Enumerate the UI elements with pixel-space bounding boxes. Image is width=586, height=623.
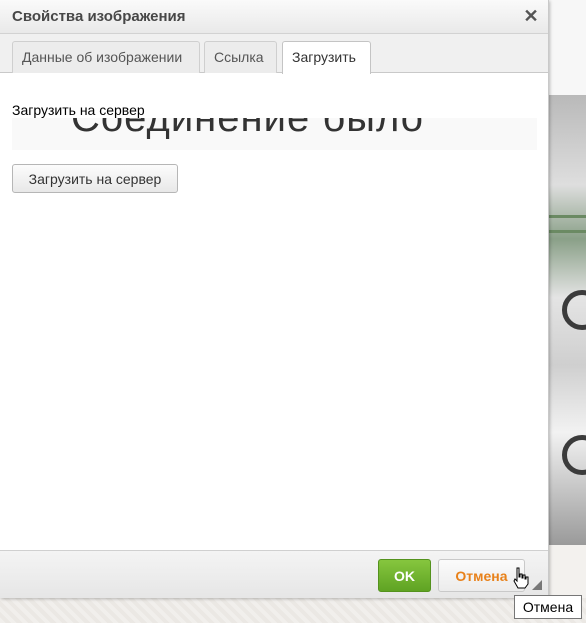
ok-button[interactable]: OK [378, 559, 431, 592]
close-icon[interactable]: ✕ [521, 6, 541, 26]
frame-error-message: Соединение было [71, 118, 425, 140]
hand-cursor-icon [513, 567, 529, 589]
dialog-title: Свойства изображения [12, 8, 186, 25]
upload-frame: Соединение было [12, 118, 537, 150]
image-properties-dialog: Свойства изображения ✕ Данные об изображ… [0, 0, 549, 598]
background-page-bottom [0, 598, 586, 623]
tab-upload[interactable]: Загрузить [282, 41, 371, 74]
dialog-footer: OK Отмена [0, 550, 548, 598]
resize-handle-icon[interactable] [532, 580, 542, 590]
background-image [548, 95, 586, 545]
tab-image-info[interactable]: Данные об изображении [12, 41, 200, 73]
upload-to-server-button[interactable]: Загрузить на сервер [12, 164, 178, 193]
tab-bar: Данные об изображении Ссылка Загрузить [0, 34, 548, 74]
upload-label: Загрузить на сервер [12, 102, 145, 118]
upload-panel: Загрузить на сервер Соединение было Загр… [0, 74, 548, 550]
dialog-titlebar[interactable]: Свойства изображения ✕ [0, 0, 548, 34]
tab-link[interactable]: Ссылка [204, 41, 277, 73]
cancel-tooltip: Отмена [514, 595, 582, 619]
background-page [548, 0, 586, 95]
